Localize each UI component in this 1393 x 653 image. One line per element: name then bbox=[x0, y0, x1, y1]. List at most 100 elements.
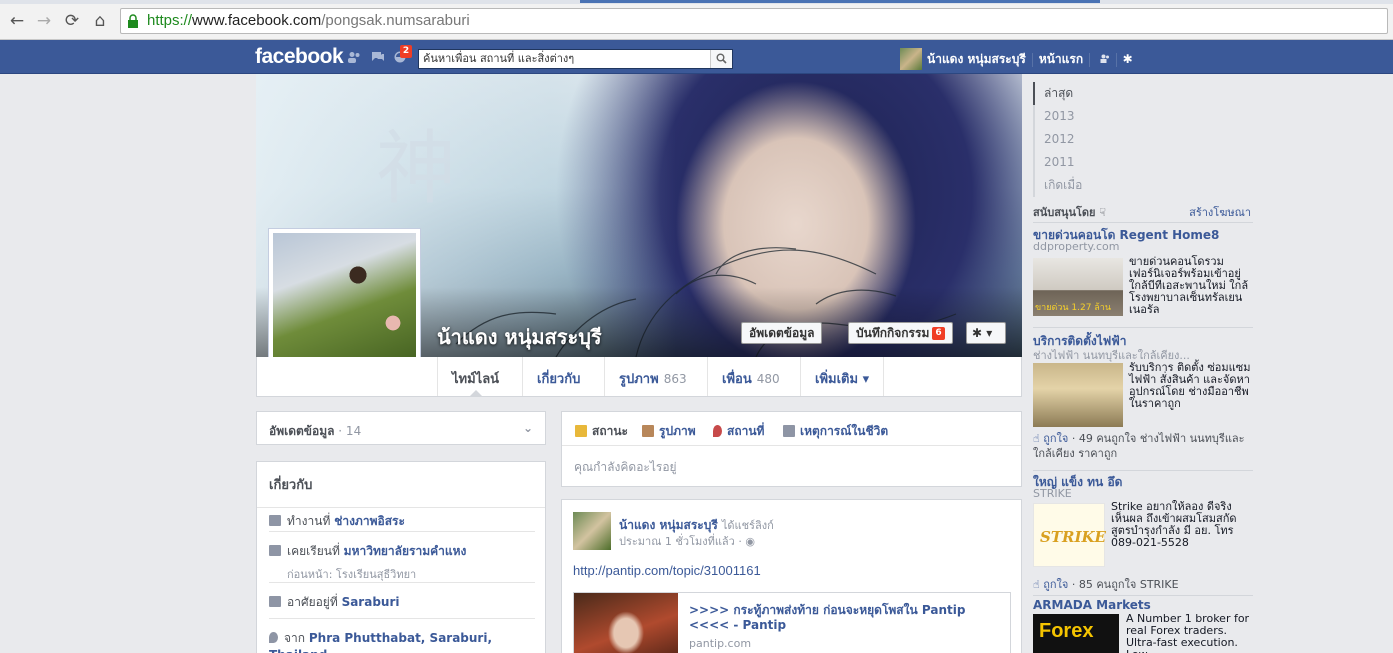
house-icon bbox=[269, 596, 281, 607]
activity-log-badge: 6 bbox=[932, 327, 945, 340]
home-icon[interactable]: ⌂ bbox=[89, 10, 111, 32]
friend-requests-icon[interactable] bbox=[347, 51, 361, 63]
story-action: ได้แชร์ลิงก์ bbox=[721, 519, 774, 532]
friends-menu-icon[interactable] bbox=[1096, 54, 1109, 66]
about-lives-in-link[interactable]: Saraburi bbox=[342, 595, 400, 609]
year-2013[interactable]: 2013 bbox=[1033, 105, 1253, 128]
timeline-year-nav: ล่าสุด 2013 2012 2011 เกิดเมื่อ bbox=[1033, 82, 1253, 197]
photo-icon bbox=[642, 425, 654, 437]
url-path: /pongsak.numsaraburi bbox=[321, 12, 470, 29]
attachment-domain: pantip.com bbox=[689, 637, 752, 650]
life-event-icon bbox=[783, 425, 795, 437]
messages-icon[interactable] bbox=[371, 51, 385, 63]
top-user-avatar[interactable] bbox=[900, 48, 922, 70]
address-bar[interactable]: https://www.facebook.com/pongsak.numsara… bbox=[120, 8, 1388, 34]
ad-likes: ☝ ถูกใจ · 49 คนถูกใจ ช่างไฟฟ้า นนทบุรีแล… bbox=[1033, 432, 1245, 460]
ad-item[interactable]: ARMADA Markets Forex A Number 1 broker f… bbox=[1033, 596, 1253, 653]
facebook-logo[interactable]: facebook bbox=[255, 45, 344, 69]
thumbs-up-icon: ☝ bbox=[1033, 578, 1040, 591]
about-from: จาก Phra Phutthabat, Saraburi, Thailand bbox=[269, 618, 535, 653]
ad-likes: ☝ ถูกใจ · 85 คนถูกใจ STRIKE bbox=[1033, 578, 1179, 591]
tab-strip bbox=[0, 0, 1393, 4]
tab-friends[interactable]: เพื่อน 480 bbox=[707, 357, 794, 396]
updates-title: อัพเดตข้อมูล bbox=[269, 424, 335, 438]
composer-input[interactable]: คุณกำลังคิดอะไรอยู่ bbox=[574, 458, 677, 477]
story-author-name[interactable]: น้าแดง หนุ่มสระบุรี bbox=[619, 518, 718, 532]
active-tab-indicator bbox=[580, 0, 1100, 3]
tab-more[interactable]: เพิ่มเติม ▾ bbox=[800, 357, 885, 396]
year-born[interactable]: เกิดเมื่อ bbox=[1033, 174, 1253, 197]
story-link[interactable]: http://pantip.com/topic/31001161 bbox=[573, 563, 761, 578]
year-recent[interactable]: ล่าสุด bbox=[1033, 82, 1253, 105]
year-2011[interactable]: 2011 bbox=[1033, 151, 1253, 174]
forward-icon[interactable]: → bbox=[33, 10, 55, 32]
notification-badge: 2 bbox=[400, 45, 412, 58]
reload-icon[interactable]: ⟳ bbox=[61, 10, 83, 32]
top-user-menu: น้าแดง หนุ่มสระบุรี หน้าแรก ✱ bbox=[900, 48, 1133, 70]
ad-image[interactable]: STRIKE bbox=[1033, 503, 1106, 567]
ad-item[interactable]: บริการติดตั้งไฟฟ้า ช่างไฟฟ้า นนทบุรีและใ… bbox=[1033, 328, 1253, 471]
about-work: ทำงานที่ ช่างภาพอิสระ bbox=[269, 502, 535, 531]
search-placeholder: ค้นหาเพื่อน สถานที่ และสิ่งต่างๆ bbox=[423, 52, 575, 65]
about-box: เกี่ยวกับ ทำงานที่ ช่างภาพอิสระ เคยเรียน… bbox=[256, 461, 546, 653]
place-pin-icon bbox=[713, 425, 722, 437]
ad-item[interactable]: ใหญ่ แข็ง ทน อึด STRIKE STRIKE Strike อย… bbox=[1033, 471, 1253, 596]
about-education-prev: ก่อนหน้า: โรงเรียนสุธีวิทยา bbox=[287, 568, 417, 581]
attachment-thumbnail[interactable] bbox=[574, 593, 678, 653]
cover-settings-icon[interactable]: ✱ ▾ bbox=[966, 322, 1006, 344]
activity-log-button[interactable]: บันทึกกิจกรรม 6 bbox=[848, 322, 953, 344]
ad-like-link[interactable]: ถูกใจ bbox=[1043, 578, 1068, 591]
status-pencil-icon bbox=[575, 425, 587, 437]
lock-icon bbox=[128, 14, 138, 28]
attachment-title[interactable]: >>>> กระทู้ภาพส่งท้าย ก่อนจะหยุดโพสใน Pa… bbox=[689, 603, 989, 633]
year-2012[interactable]: 2012 bbox=[1033, 128, 1253, 151]
thumbs-up-icon: ☝ bbox=[1033, 432, 1040, 445]
education-icon bbox=[269, 545, 281, 556]
composer-tab-place[interactable]: สถานที่ bbox=[713, 422, 764, 441]
url-scheme: https:// bbox=[147, 12, 193, 29]
about-lives-in: อาศัยอยู่ที่ Saraburi bbox=[269, 582, 535, 612]
back-icon[interactable]: ← bbox=[6, 10, 28, 32]
settings-gear-icon[interactable]: ✱ bbox=[1123, 52, 1133, 66]
updates-box[interactable]: อัพเดตข้อมูล · 14 ⌄ bbox=[256, 411, 546, 445]
briefcase-icon bbox=[269, 515, 281, 526]
story-attachment[interactable]: >>>> กระทู้ภาพส่งท้าย ก่อนจะหยุดโพสใน Pa… bbox=[573, 592, 1011, 653]
composer-tab-status[interactable]: สถานะ bbox=[575, 422, 628, 441]
composer-tab-life-event[interactable]: เหตุการณ์ในชีวิต bbox=[783, 422, 888, 441]
activity-log-label: บันทึกกิจกรรม bbox=[856, 326, 930, 340]
story-timestamp[interactable]: ประมาณ 1 ชั่วโมงที่แล้ว · ◉ bbox=[619, 532, 755, 550]
ad-body: รับบริการ ติดตั้ง ซ่อมแซม ไฟฟ้า สั่งสินค… bbox=[1129, 361, 1251, 410]
profile-name[interactable]: น้าแดง หนุ่มสระบุรี bbox=[437, 321, 602, 353]
ad-domain: ddproperty.com bbox=[1033, 240, 1120, 253]
ad-body: ขายด่วนคอนโดรวม เฟอร์นิเจอร์พร้อมเข้าอยู… bbox=[1129, 255, 1249, 316]
update-info-button[interactable]: อัพเดตข้อมูล bbox=[741, 322, 823, 344]
sponsored-label: สนับสนุนโดย ☟ bbox=[1033, 206, 1106, 219]
ad-body: Strike อยากให้ลอง ดีจริง เห็นผล ถึงเข้าผ… bbox=[1111, 500, 1237, 549]
ad-item[interactable]: ขายด่วนคอนโด Regent Home8 ddproperty.com… bbox=[1033, 223, 1253, 328]
tab-timeline[interactable]: ไทม์ไลน์ bbox=[437, 357, 513, 396]
composer-tab-photo[interactable]: รูปภาพ bbox=[642, 422, 696, 441]
chevron-down-icon[interactable]: ⌄ bbox=[523, 421, 533, 435]
about-work-link[interactable]: ช่างภาพอิสระ bbox=[334, 514, 405, 528]
tab-about[interactable]: เกี่ยวกับ bbox=[522, 357, 594, 396]
timeline-story: น้าแดง หนุ่มสระบุรี ได้แชร์ลิงก์ ประมาณ 1… bbox=[561, 499, 1022, 653]
ad-image[interactable] bbox=[1033, 363, 1123, 427]
updates-count: · 14 bbox=[334, 424, 362, 438]
ad-image[interactable]: ขายด่วน 1.27 ล้าน bbox=[1033, 258, 1123, 316]
ad-image[interactable]: Forex bbox=[1033, 614, 1119, 653]
status-composer: สถานะ รูปภาพ สถานที่ เหตุการณ์ในชีวิต คุ… bbox=[561, 411, 1022, 487]
create-ad-link[interactable]: สร้างโฆษณา bbox=[1189, 203, 1251, 221]
ad-domain: STRIKE bbox=[1033, 487, 1072, 500]
story-author-avatar[interactable] bbox=[573, 512, 611, 550]
tab-photos[interactable]: รูปภาพ 863 bbox=[604, 357, 701, 396]
ad-title[interactable]: ARMADA Markets bbox=[1033, 598, 1151, 612]
top-user-name[interactable]: น้าแดง หนุ่มสระบุรี bbox=[927, 52, 1026, 66]
location-pin-icon bbox=[269, 632, 278, 643]
home-link[interactable]: หน้าแรก bbox=[1039, 52, 1083, 66]
browser-toolbar: ← → ⟳ ⌂ https://www.facebook.com/pongsak… bbox=[0, 0, 1393, 40]
url-host: www.facebook.com bbox=[192, 12, 322, 29]
about-education-link[interactable]: มหาวิทยาลัยรามคำแหง bbox=[344, 544, 467, 558]
search-input[interactable]: ค้นหาเพื่อน สถานที่ และสิ่งต่างๆ bbox=[418, 49, 733, 69]
ad-like-link[interactable]: ถูกใจ bbox=[1043, 432, 1068, 445]
search-icon[interactable] bbox=[710, 50, 732, 68]
